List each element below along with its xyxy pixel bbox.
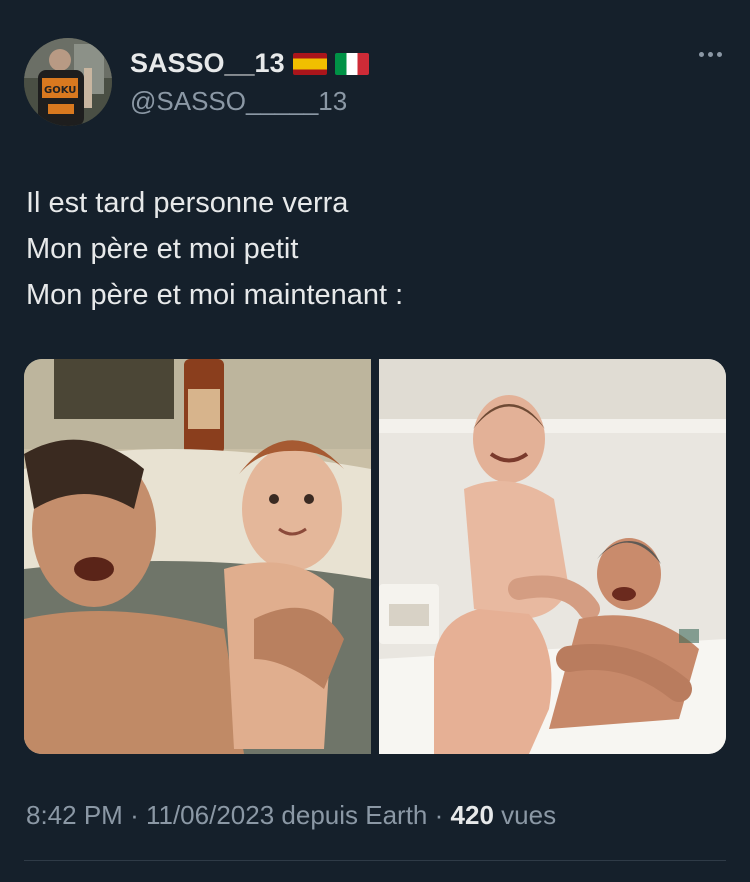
spain-flag-icon (292, 52, 327, 75)
tweet-meta: 8:42 PM · 11/06/2023 depuis Earth · 420 … (26, 800, 556, 831)
author-handle[interactable]: @SASSO_____13 (130, 86, 347, 117)
avatar[interactable]: GOKU (24, 38, 112, 126)
tweet-date[interactable]: 11/06/2023 (146, 800, 274, 830)
italy-flag-icon (334, 52, 369, 75)
tweet-time[interactable]: 8:42 PM (26, 800, 123, 830)
display-name[interactable]: SASSO__13 (130, 48, 285, 79)
photo-father-son-past[interactable] (24, 359, 371, 754)
photo-father-son-now[interactable] (379, 359, 726, 754)
views-label: vues (501, 800, 557, 830)
tweet-media (24, 359, 726, 754)
svg-text:GOKU: GOKU (44, 85, 76, 96)
meta-separator: · (130, 800, 139, 830)
tweet-line-3: Mon père et moi maintenant : (26, 279, 404, 311)
views-count: 420 (450, 800, 494, 830)
tweet-text: Il est tard personne verra Mon père et m… (26, 180, 403, 318)
tweet-line-2: Mon père et moi petit (26, 233, 299, 265)
tweet: GOKU SASSO__13 @SASSO_____13 Il est tard… (0, 0, 750, 882)
divider (24, 860, 726, 861)
tweet-source: depuis Earth (281, 800, 428, 830)
author-name-row[interactable]: SASSO__13 (130, 48, 369, 79)
more-options-icon[interactable] (699, 52, 722, 57)
tweet-line-1: Il est tard personne verra (26, 187, 349, 219)
meta-separator: · (434, 800, 444, 830)
